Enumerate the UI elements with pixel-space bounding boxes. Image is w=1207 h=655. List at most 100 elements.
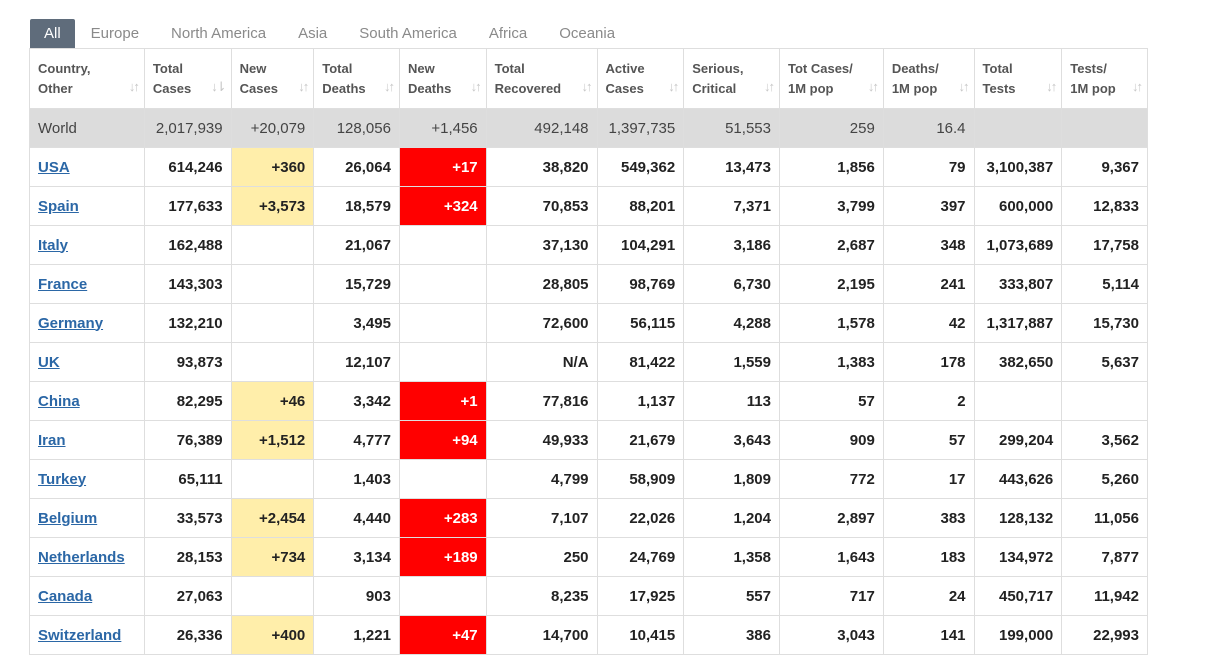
column-header-tests-per-1m[interactable]: Tests/1M pop ↓↑ [1061,48,1148,109]
cell-deaths-per-1m: 2 [882,381,975,421]
country-link[interactable]: Spain [38,198,79,215]
column-header-deaths-per-1m[interactable]: Deaths/1M pop ↓↑ [882,48,975,109]
cell-total-recovered: 250 [485,537,598,577]
tab-south-america[interactable]: South America [343,19,473,48]
column-label: New [407,60,435,76]
sort-arrows-icon[interactable]: ↓↑ [668,77,679,97]
cell-deaths-per-1m: 57 [882,420,975,460]
sort-arrows-icon[interactable]: ↓↑ [959,77,970,97]
cell-new-deaths [398,264,487,304]
country-link[interactable]: Canada [38,588,92,605]
column-header-total-deaths[interactable]: Total Deaths ↓↑ [313,48,400,109]
tab-oceania[interactable]: Oceania [543,19,631,48]
cell-country: UK [29,342,145,382]
country-link[interactable]: Iran [38,432,66,449]
column-header-total-tests[interactable]: Total Tests ↓↑ [973,48,1063,109]
cell-total-deaths: 128,056 [313,108,400,148]
tab-north-america[interactable]: North America [155,19,282,48]
cell-active-cases: 21,679 [596,420,685,460]
column-header-active-cases[interactable]: Active Cases ↓↑ [596,48,685,109]
cell-tot-cases-per-1m: 1,856 [778,147,884,187]
cell-tot-cases-per-1m: 57 [778,381,884,421]
cell-deaths-per-1m: 178 [882,342,975,382]
cell-total-cases: 143,303 [143,264,232,304]
column-header-country[interactable]: Country, Other ↓↑ [29,48,145,109]
sort-arrows-icon[interactable]: ↓↑ [868,77,879,97]
sort-arrows-icon[interactable]: ↓↑ [1046,77,1057,97]
cell-total-deaths: 3,495 [313,303,400,343]
cell-tests-per-1m: 5,114 [1061,264,1148,304]
cell-country: Germany [29,303,145,343]
cell-total-cases: 82,295 [143,381,232,421]
cell-new-cases: +46 [230,381,315,421]
cell-total-cases: 93,873 [143,342,232,382]
cell-tests-per-1m [1061,381,1148,421]
sort-arrows-icon[interactable]: ↓↑ [298,77,309,97]
column-label: Country, [38,60,91,76]
sort-arrows-icon[interactable]: ↓↑ [129,77,140,97]
cell-serious-critical: 3,643 [683,420,780,460]
column-header-serious-critical[interactable]: Serious, Critical ↓↑ [683,48,780,109]
country-link[interactable]: Belgium [38,510,97,527]
country-link[interactable]: France [38,276,87,293]
column-label: Critical [692,80,737,96]
cell-new-cases [230,342,315,382]
column-label: Deaths/ [891,60,939,76]
cell-total-tests: 450,717 [973,576,1063,616]
cell-total-cases: 26,336 [143,615,232,655]
cell-tests-per-1m: 22,993 [1061,615,1148,655]
cell-tests-per-1m: 7,877 [1061,537,1148,577]
sort-arrows-icon[interactable]: ↓↑ [764,77,775,97]
country-link[interactable]: Germany [38,315,103,332]
sort-arrows-icon[interactable]: ↓↑ [582,77,593,97]
column-header-new-cases[interactable]: New Cases ↓↑ [230,48,315,109]
cell-new-deaths: +47 [398,615,487,655]
cell-total-recovered: 492,148 [485,108,598,148]
cell-total-deaths: 15,729 [313,264,400,304]
cell-tot-cases-per-1m: 2,195 [778,264,884,304]
cell-new-deaths: +324 [398,186,487,226]
country-link[interactable]: Netherlands [38,549,125,566]
column-label: Total [152,60,184,76]
column-header-new-deaths[interactable]: New Deaths ↓↑ [398,48,487,109]
column-label: Recovered [494,80,562,96]
sort-arrows-icon[interactable]: ↓↑ [471,77,482,97]
sort-arrows-icon[interactable]: ↓↑ [1132,77,1143,97]
cell-active-cases: 10,415 [596,615,685,655]
cell-new-cases: +20,079 [230,108,315,148]
cell-active-cases: 88,201 [596,186,685,226]
cell-deaths-per-1m: 42 [882,303,975,343]
cell-tests-per-1m [1061,108,1148,148]
country-link[interactable]: USA [38,159,70,176]
cell-serious-critical: 1,358 [683,537,780,577]
column-label: Tests/ [1070,60,1107,76]
cell-tests-per-1m: 17,758 [1061,225,1148,265]
cell-total-tests: 3,100,387 [973,147,1063,187]
cell-country: Netherlands [29,537,145,577]
column-header-total-recovered[interactable]: Total Recovered ↓↑ [485,48,598,109]
country-link[interactable]: China [38,393,80,410]
tab-africa[interactable]: Africa [473,19,543,48]
column-header-total-cases[interactable]: Total Cases ↓⇂ [143,48,232,109]
cell-new-cases: +360 [230,147,315,187]
cell-total-tests: 1,073,689 [973,225,1063,265]
cell-tests-per-1m: 15,730 [1061,303,1148,343]
country-link[interactable]: UK [38,354,60,371]
tab-all[interactable]: All [30,19,75,48]
cell-new-cases: +400 [230,615,315,655]
country-link[interactable]: Turkey [38,471,86,488]
cell-tot-cases-per-1m: 717 [778,576,884,616]
tab-europe[interactable]: Europe [75,19,155,48]
sort-desc-icon[interactable]: ↓⇂ [211,77,226,97]
cell-total-deaths: 4,777 [313,420,400,460]
cell-total-tests: 128,132 [973,498,1063,538]
cell-tests-per-1m: 11,056 [1061,498,1148,538]
cell-active-cases: 1,137 [596,381,685,421]
sort-arrows-icon[interactable]: ↓↑ [384,77,395,97]
tab-asia[interactable]: Asia [282,19,343,48]
column-header-tot-cases-per-1m[interactable]: Tot Cases/1M pop ↓↑ [778,48,884,109]
cell-total-recovered: 70,853 [485,186,598,226]
cell-tests-per-1m: 5,260 [1061,459,1148,499]
country-link[interactable]: Switzerland [38,627,121,644]
country-link[interactable]: Italy [38,237,68,254]
